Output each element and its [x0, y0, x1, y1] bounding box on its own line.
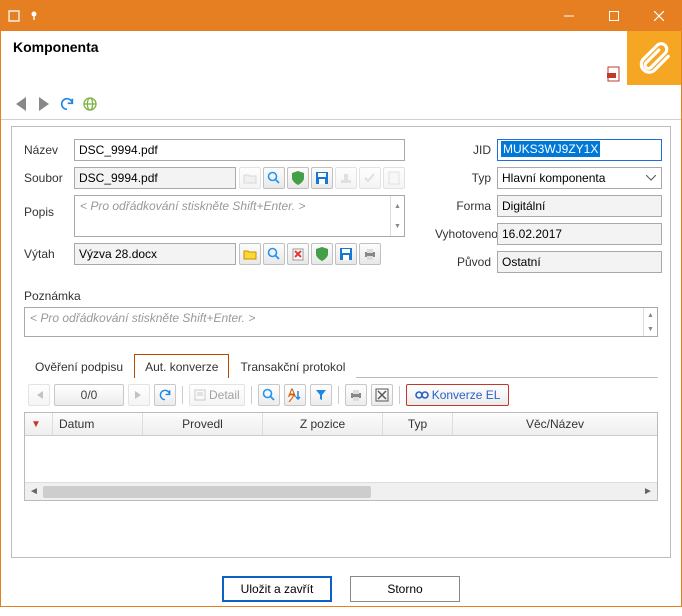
typ-select[interactable]: Hlavní komponenta: [497, 167, 662, 189]
forma-field: [497, 195, 662, 217]
record-nav-toolbar: [1, 91, 681, 119]
label-vytah: Výtah: [24, 247, 74, 261]
nav-last-icon: [128, 384, 150, 406]
jid-input[interactable]: MUKS3WJ9ZY1X: [497, 139, 662, 161]
label-nazev: Název: [24, 143, 74, 157]
puvod-field: [497, 251, 662, 273]
nav-next-icon[interactable]: [34, 95, 54, 113]
save-icon[interactable]: [311, 167, 333, 189]
folder-open-icon[interactable]: [239, 243, 261, 265]
label-typ: Typ: [435, 171, 497, 185]
refresh-icon[interactable]: [57, 95, 77, 113]
folder-open-icon: [239, 167, 261, 189]
nav-first-icon: [28, 384, 50, 406]
detail-button: Detail: [189, 384, 245, 406]
pdf-icon: [605, 65, 623, 83]
page-title: Komponenta: [13, 39, 99, 55]
label-soubor: Soubor: [24, 171, 74, 185]
grid-h-scrollbar[interactable]: ◄ ►: [25, 482, 657, 500]
search-icon[interactable]: [263, 167, 285, 189]
poznamka-textarea[interactable]: < Pro odřádkování stiskněte Shift+Enter.…: [24, 307, 658, 337]
popis-textarea[interactable]: < Pro odřádkování stiskněte Shift+Enter.…: [74, 195, 405, 237]
poznamka-spinner[interactable]: ▲▼: [643, 308, 657, 336]
nav-prev-icon[interactable]: [11, 95, 31, 113]
data-grid: ▼ Datum Provedl Z pozice Typ Věc/Název ◄…: [24, 412, 658, 501]
attachment-icon: [627, 31, 681, 85]
col-provedl[interactable]: Provedl: [143, 413, 263, 435]
grid-toolbar: 0/0 Detail AZ Konverze EL: [24, 378, 658, 412]
window-titlebar: [1, 1, 681, 31]
pin-icon[interactable]: [27, 9, 41, 23]
col-selector[interactable]: ▼: [25, 413, 53, 435]
tab-aut-konverze[interactable]: Aut. konverze: [134, 354, 229, 378]
minimize-button[interactable]: [546, 1, 591, 31]
globe-icon[interactable]: [80, 95, 100, 113]
tabs: Ověření podpisu Aut. konverze Transakční…: [24, 353, 658, 378]
vyhotoveno-field: [497, 223, 662, 245]
save-close-button[interactable]: Uložit a zavřít: [222, 576, 332, 602]
shield-icon[interactable]: [287, 167, 309, 189]
search-icon[interactable]: [263, 243, 285, 265]
print-icon[interactable]: [345, 384, 367, 406]
pager-display: 0/0: [54, 384, 124, 406]
stamp-icon: [335, 167, 357, 189]
sort-icon[interactable]: AZ: [284, 384, 306, 406]
label-puvod: Původ: [435, 255, 497, 269]
col-datum[interactable]: Datum: [53, 413, 143, 435]
print-icon[interactable]: [359, 243, 381, 265]
col-vecnazev[interactable]: Věc/Název: [453, 413, 657, 435]
col-zpozice[interactable]: Z pozice: [263, 413, 383, 435]
cancel-button[interactable]: Storno: [350, 576, 460, 602]
tab-transakcni-protokol[interactable]: Transakční protokol: [229, 354, 356, 378]
delete-icon[interactable]: [287, 243, 309, 265]
close-button[interactable]: [636, 1, 681, 31]
popis-spinner[interactable]: ▲▼: [390, 196, 404, 236]
dialog-header: Komponenta: [1, 31, 681, 91]
filter-icon[interactable]: [310, 384, 332, 406]
app-icon: [7, 9, 21, 23]
nazev-input[interactable]: [74, 139, 405, 161]
refresh-icon[interactable]: [154, 384, 176, 406]
shield-icon[interactable]: [311, 243, 333, 265]
col-typ[interactable]: Typ: [383, 413, 453, 435]
soubor-input: [74, 167, 236, 189]
svg-text:Z: Z: [288, 392, 295, 402]
tab-overeni-podpisu[interactable]: Ověření podpisu: [24, 354, 134, 378]
label-forma: Forma: [435, 199, 497, 213]
document-icon: [383, 167, 405, 189]
check-icon: [359, 167, 381, 189]
maximize-button[interactable]: [591, 1, 636, 31]
vytah-input: [74, 243, 236, 265]
grid-body-empty: [25, 436, 657, 482]
search-icon[interactable]: [258, 384, 280, 406]
export-icon[interactable]: [371, 384, 393, 406]
form-panel: Název Soubor Popis < P: [11, 126, 671, 558]
konverze-el-button[interactable]: Konverze EL: [406, 384, 510, 406]
save-icon[interactable]: [335, 243, 357, 265]
dialog-footer: Uložit a zavřít Storno: [1, 564, 681, 616]
label-vyhotoveno: Vyhotoveno: [435, 227, 497, 241]
label-popis: Popis: [24, 195, 74, 219]
label-jid: JID: [435, 143, 497, 157]
label-poznamka: Poznámka: [24, 289, 658, 303]
